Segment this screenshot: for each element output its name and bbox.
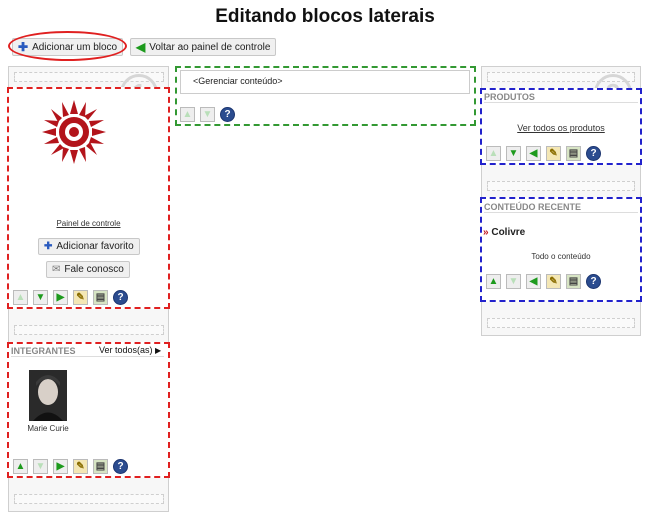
contact-button[interactable]: ✉ Fale conosco <box>46 261 130 278</box>
user-block-actions: ▲ ▼ ▶ ✎ ▤ ? <box>13 290 128 305</box>
delete-icon[interactable]: ▤ <box>93 459 108 474</box>
arrow-left-icon: ◀ <box>136 40 146 54</box>
move-down-icon[interactable]: ▼ <box>506 274 521 289</box>
edit-icon[interactable]: ✎ <box>73 290 88 305</box>
move-right-icon[interactable]: ▶ <box>53 459 68 474</box>
recent-block-actions: ▲ ▼ ◀ ✎ ▤ ? <box>486 274 601 289</box>
members-title: INTEGRANTES <box>11 346 76 356</box>
move-up-icon[interactable]: ▲ <box>486 274 501 289</box>
view-all-label: Ver todos(as) <box>99 345 153 355</box>
member-name[interactable]: Marie Curie <box>20 424 76 433</box>
recent-content-title: CONTEÚDO RECENTE <box>484 202 582 212</box>
help-icon[interactable]: ? <box>220 107 235 122</box>
divider <box>484 212 638 213</box>
drop-slot[interactable] <box>14 494 164 504</box>
products-block-actions: ▲ ▼ ◀ ✎ ▤ ? <box>486 146 601 161</box>
delete-icon[interactable]: ▤ <box>566 274 581 289</box>
plus-icon: ✚ <box>44 241 53 252</box>
add-favorite-button[interactable]: ✚ Adicionar favorito <box>38 238 140 255</box>
control-panel-link[interactable]: Painel de controle <box>10 219 167 228</box>
all-content-link[interactable]: Todo o conteúdo <box>482 252 640 261</box>
move-right-icon[interactable]: ▶ <box>53 290 68 305</box>
drop-slot[interactable] <box>487 318 635 328</box>
move-up-icon[interactable]: ▲ <box>13 290 28 305</box>
help-icon[interactable]: ? <box>586 146 601 161</box>
view-all-members-link[interactable]: Ver todos(as) ▶ <box>99 345 161 355</box>
members-block-actions: ▲ ▼ ▶ ✎ ▤ ? <box>13 459 128 474</box>
delete-icon[interactable]: ▤ <box>566 146 581 161</box>
divider <box>484 102 638 103</box>
move-up-icon[interactable]: ▲ <box>486 146 501 161</box>
arrow-right-icon: ▶ <box>155 346 162 355</box>
add-block-highlight <box>8 31 127 61</box>
delete-icon[interactable]: ▤ <box>93 290 108 305</box>
move-up-icon[interactable]: ▲ <box>180 107 195 122</box>
double-chevron-icon: » <box>483 227 489 238</box>
edit-icon[interactable]: ✎ <box>546 274 561 289</box>
move-left-icon[interactable]: ◀ <box>526 146 541 161</box>
envelope-icon: ✉ <box>52 264 61 275</box>
sun-logo-icon <box>42 100 106 164</box>
move-up-icon[interactable]: ▲ <box>13 459 28 474</box>
contact-label: Fale conosco <box>64 264 124 275</box>
main-content-placeholder: <Gerenciar conteúdo> <box>180 70 470 94</box>
back-to-panel-label: Voltar ao painel de controle <box>149 41 271 53</box>
recent-item[interactable]: » Colivre <box>483 227 525 238</box>
move-down-icon[interactable]: ▼ <box>200 107 215 122</box>
back-to-panel-button[interactable]: ◀ Voltar ao painel de controle <box>130 38 277 56</box>
move-down-icon[interactable]: ▼ <box>33 290 48 305</box>
move-down-icon[interactable]: ▼ <box>506 146 521 161</box>
help-icon[interactable]: ? <box>113 459 128 474</box>
page-title: Editando blocos laterais <box>215 6 435 27</box>
help-icon[interactable]: ? <box>586 274 601 289</box>
drop-slot[interactable] <box>14 325 164 335</box>
products-title: PRODUTOS <box>484 92 535 102</box>
drop-slot[interactable] <box>487 181 635 191</box>
edit-icon[interactable]: ✎ <box>546 146 561 161</box>
recent-item-label: Colivre <box>491 227 526 238</box>
view-all-products-link[interactable]: Ver todos os produtos <box>482 123 640 133</box>
divider <box>11 356 164 357</box>
add-favorite-label: Adicionar favorito <box>56 241 134 252</box>
edit-icon[interactable]: ✎ <box>73 459 88 474</box>
member-avatar[interactable] <box>29 370 67 421</box>
move-down-icon[interactable]: ▼ <box>33 459 48 474</box>
help-icon[interactable]: ? <box>113 290 128 305</box>
main-content-actions: ▲ ▼ ? <box>180 107 235 122</box>
move-left-icon[interactable]: ◀ <box>526 274 541 289</box>
